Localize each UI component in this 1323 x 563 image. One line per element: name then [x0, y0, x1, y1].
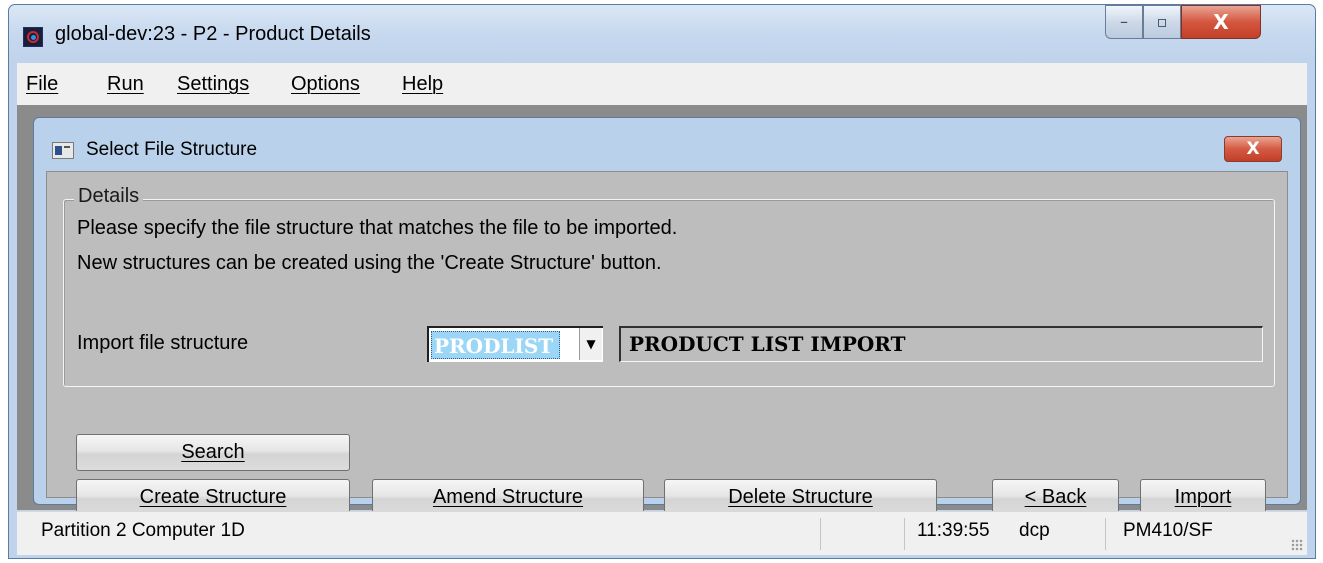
details-group-label: Details: [74, 185, 144, 208]
instruction-line-2: New structures can be created using the …: [77, 252, 662, 274]
menu-options[interactable]: Options: [291, 73, 360, 96]
import-file-structure-label: Import file structure: [77, 332, 249, 354]
status-partition: Partition 2 Computer 1D: [41, 520, 245, 541]
client-area: Select File Structure X Details Please s…: [17, 105, 1307, 516]
amend-structure-button-label: Amend Structure: [432, 486, 584, 508]
dropdown-arrow-icon[interactable]: ▼: [579, 328, 602, 360]
close-icon: X: [1246, 139, 1260, 159]
window-title: global-dev:23 - P2 - Product Details: [55, 23, 371, 45]
menu-bar: File Run Settings Options Help: [17, 63, 1307, 106]
menu-settings[interactable]: Settings: [177, 73, 249, 96]
structure-description-field: PRODUCT LIST IMPORT: [619, 326, 1263, 362]
select-file-structure-dialog: Select File Structure X Details Please s…: [33, 117, 1301, 516]
search-button[interactable]: Search: [76, 434, 350, 471]
maximize-button[interactable]: ▫: [1143, 5, 1181, 39]
status-time: 11:39:55: [917, 520, 990, 541]
dialog-close-button[interactable]: X: [1224, 136, 1282, 162]
status-separator: [820, 518, 821, 550]
status-separator: [904, 518, 905, 550]
close-button[interactable]: X: [1181, 5, 1261, 39]
maximize-icon: ▫: [1156, 12, 1168, 31]
create-structure-button-label: Create Structure: [139, 486, 287, 508]
status-user: dcp: [1019, 520, 1050, 541]
status-program: PM410/SF: [1123, 520, 1213, 541]
import-structure-combo[interactable]: PRODLIST ▼: [427, 326, 603, 362]
minimize-button[interactable]: –: [1105, 5, 1143, 39]
main-window: global-dev:23 - P2 - Product Details – ▫…: [8, 4, 1316, 559]
instruction-line-1: Please specify the file structure that m…: [77, 217, 678, 239]
details-group: Details Please specify the file structur…: [63, 185, 1275, 387]
search-button-label: Search: [181, 441, 245, 463]
import-button-label: Import: [1174, 486, 1232, 508]
minimize-icon: –: [1120, 12, 1128, 31]
menu-file[interactable]: File: [26, 73, 58, 96]
menu-help[interactable]: Help: [402, 73, 443, 96]
status-bar: Partition 2 Computer 1D 11:39:55 dcp PM4…: [17, 511, 1307, 555]
dialog-body: Details Please specify the file structur…: [46, 171, 1288, 516]
resize-grip-icon[interactable]: [1291, 539, 1303, 551]
dialog-title: Select File Structure: [86, 139, 258, 160]
dialog-icon: [52, 142, 74, 159]
close-icon: X: [1213, 10, 1229, 34]
structure-code-value[interactable]: PRODLIST: [431, 331, 561, 359]
status-separator: [1105, 518, 1106, 550]
back-button-label: < Back: [1024, 486, 1087, 508]
delete-structure-button-label: Delete Structure: [728, 486, 873, 508]
app-icon: [23, 27, 43, 47]
menu-run[interactable]: Run: [107, 73, 144, 96]
title-bar[interactable]: global-dev:23 - P2 - Product Details – ▫…: [9, 5, 1315, 63]
